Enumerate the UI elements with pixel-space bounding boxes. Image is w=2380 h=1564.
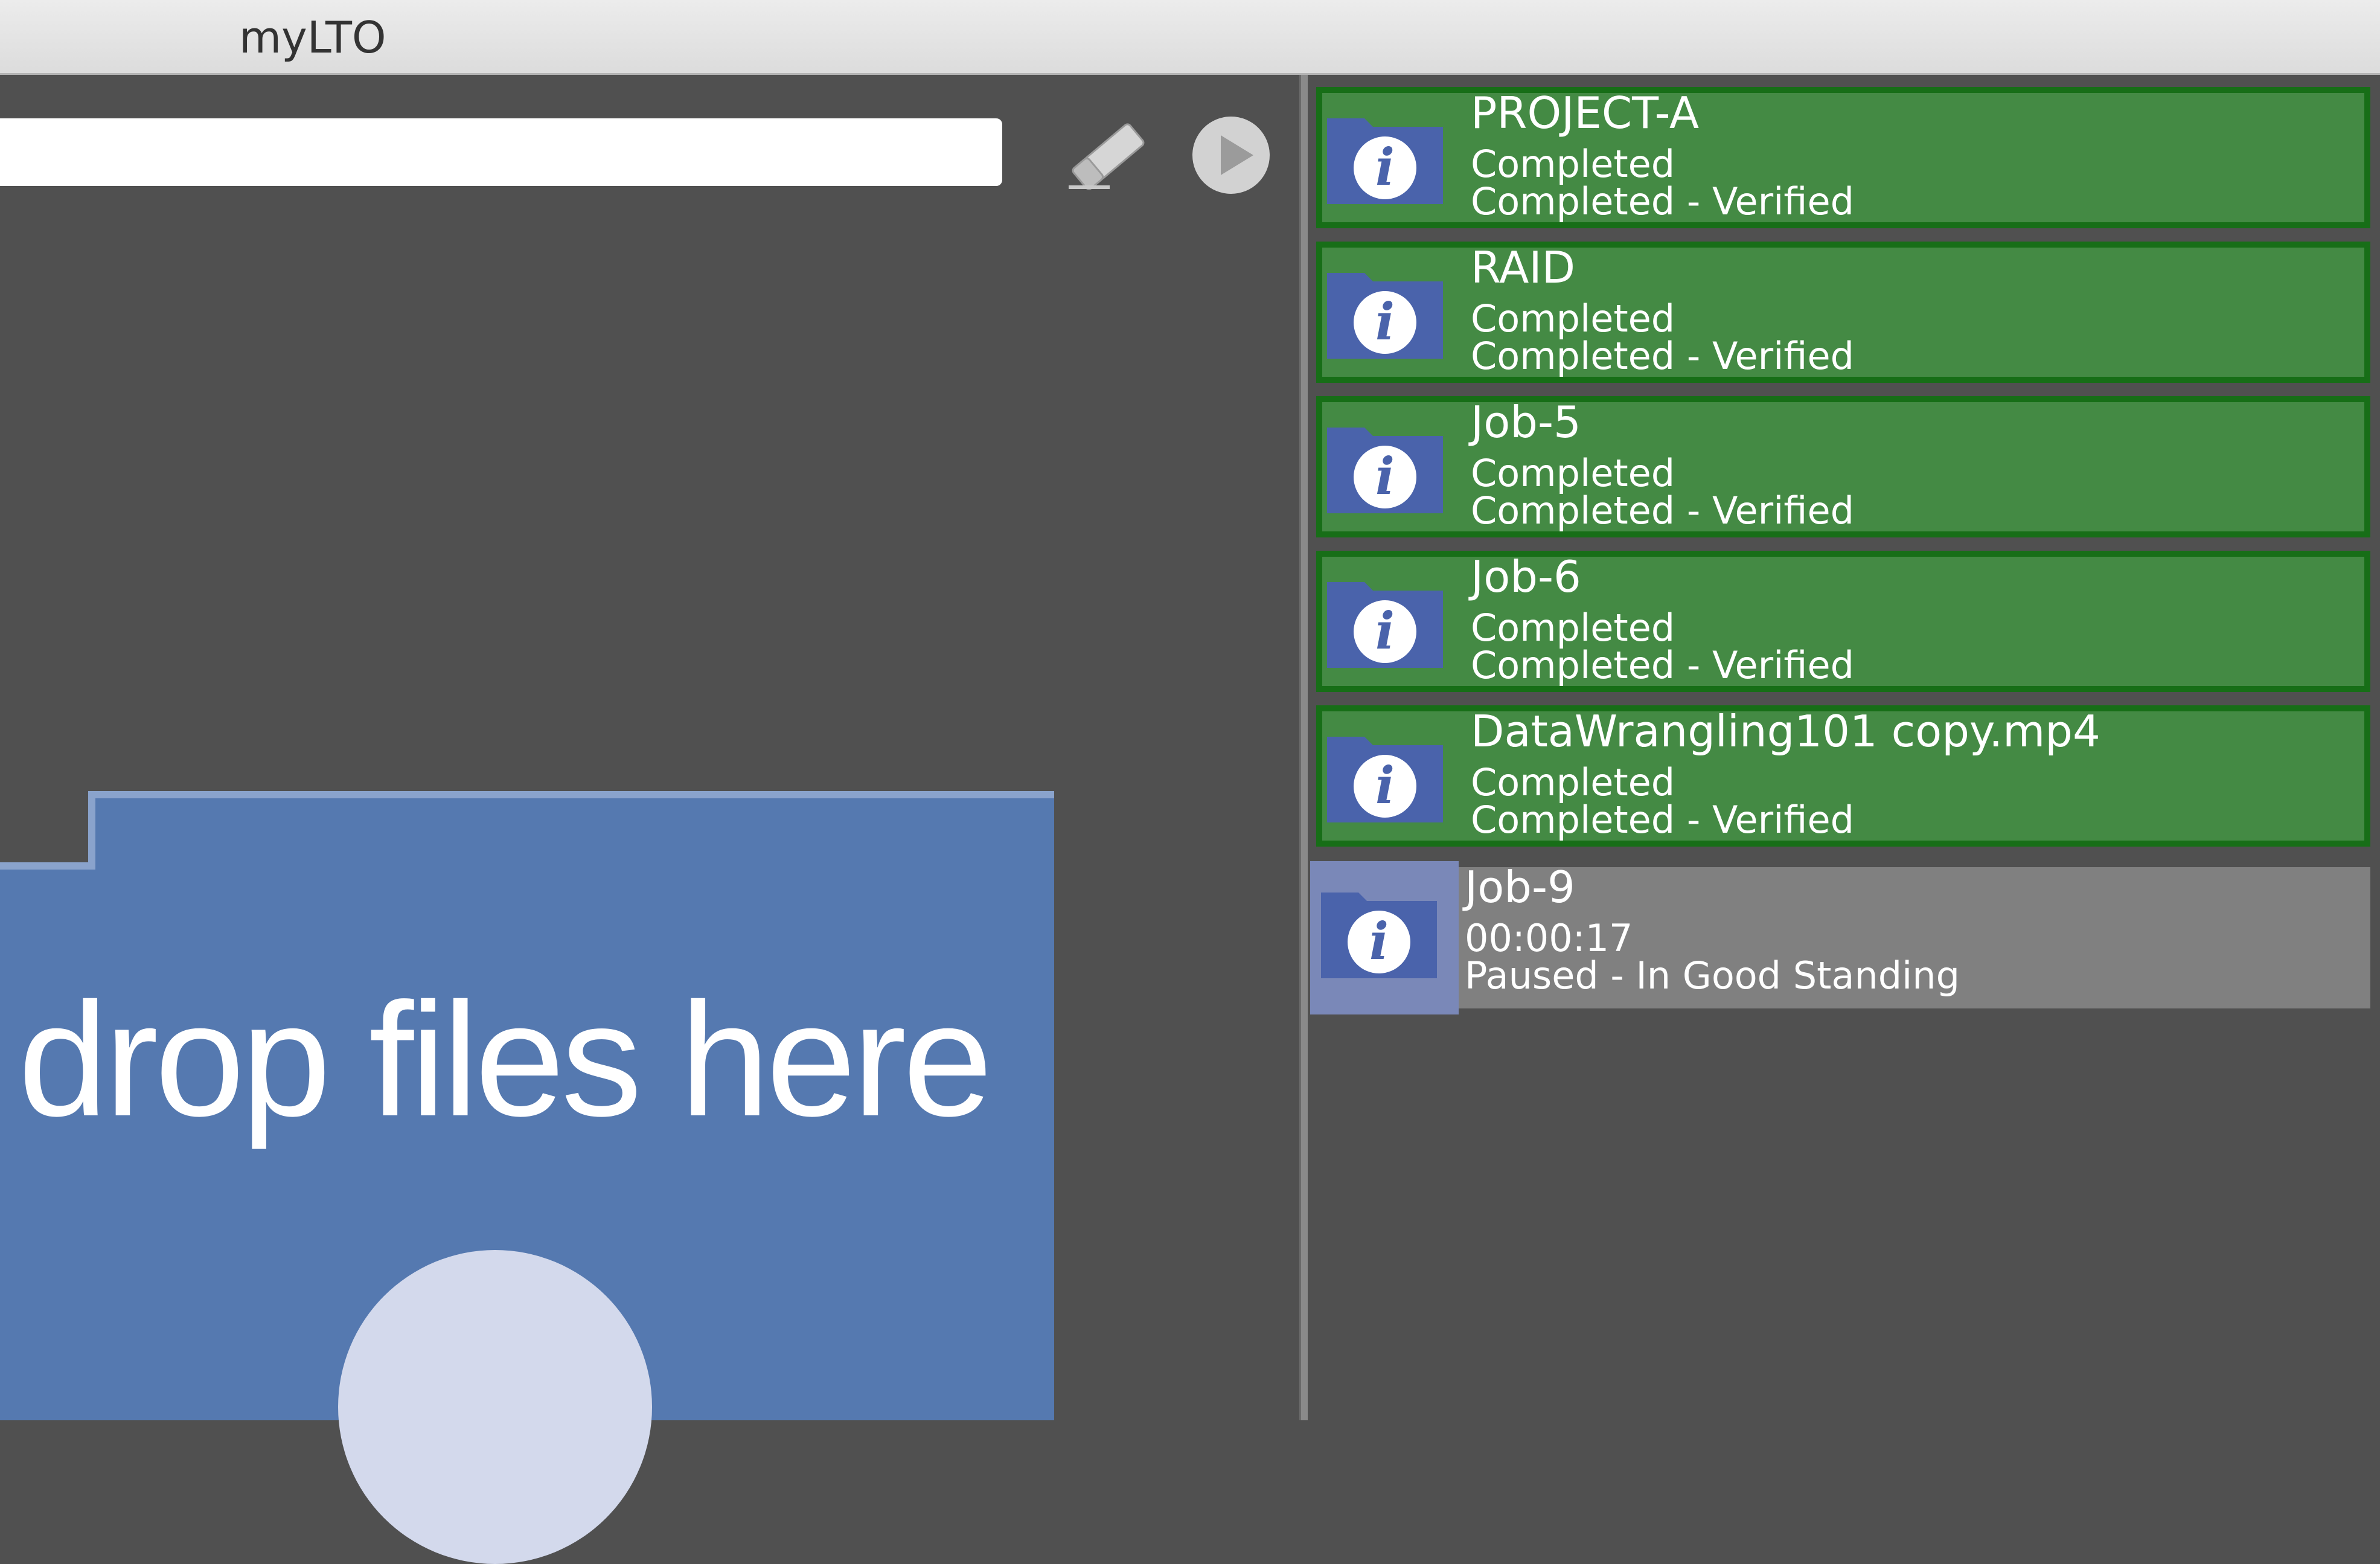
job-status: Completed: [1471, 451, 1675, 495]
svg-text:i: i: [1375, 446, 1395, 506]
job-name: PROJECT-A: [1471, 88, 1700, 138]
path-input[interactable]: [0, 118, 1002, 186]
job-status: Completed: [1471, 296, 1675, 341]
job-item[interactable]: i Job-6 Completed Completed - Verified: [1316, 551, 2370, 692]
info-folder-icon: i: [1321, 893, 1437, 978]
job-status: Completed: [1471, 142, 1675, 186]
job-list: i PROJECT-A Completed Completed - Verifi…: [1308, 75, 2380, 1420]
info-folder-icon: i: [1327, 737, 1443, 822]
job-detail: Completed - Verified: [1471, 334, 1854, 378]
job-status: Completed: [1471, 760, 1675, 804]
job-status: Completed: [1471, 606, 1675, 650]
info-folder-icon: i: [1327, 118, 1443, 204]
job-detail: Paused - In Good Standing: [1465, 953, 1960, 998]
job-name: DataWrangling101 copy.mp4: [1471, 706, 2100, 757]
job-elapsed-time: 00:00:17: [1465, 916, 1633, 960]
job-name: Job-9: [1465, 862, 1575, 912]
job-item[interactable]: i RAID Completed Completed - Verified: [1316, 242, 2370, 383]
job-detail: Completed - Verified: [1471, 798, 1854, 842]
job-name: Job-6: [1471, 551, 1581, 602]
pane-splitter[interactable]: [1299, 75, 1308, 1420]
svg-text:i: i: [1375, 601, 1395, 661]
svg-text:i: i: [1369, 911, 1389, 971]
svg-text:i: i: [1375, 755, 1395, 815]
job-item[interactable]: i PROJECT-A Completed Completed - Verifi…: [1316, 87, 2370, 228]
start-button[interactable]: [1191, 115, 1272, 196]
play-icon: [1192, 117, 1270, 194]
svg-text:i: i: [1375, 137, 1395, 197]
job-name: RAID: [1471, 242, 1576, 293]
svg-text:i: i: [1375, 292, 1395, 351]
info-folder-icon: i: [1327, 428, 1443, 513]
app-window: myLTO drop files here i PROJECT-A Comple…: [0, 0, 2380, 1564]
job-detail: Completed - Verified: [1471, 643, 1854, 687]
info-folder-icon: i: [1327, 273, 1443, 359]
job-detail: Completed - Verified: [1471, 489, 1854, 533]
clear-button[interactable]: [1063, 116, 1159, 194]
job-item[interactable]: i DataWrangling101 copy.mp4 Completed Co…: [1316, 705, 2370, 847]
title-bar[interactable]: myLTO: [0, 0, 2380, 75]
drop-target-circle: [338, 1250, 652, 1564]
job-item[interactable]: i Job-5 Completed Completed - Verified: [1316, 396, 2370, 537]
job-name: Job-5: [1471, 397, 1581, 447]
window-title: myLTO: [239, 12, 386, 63]
job-detail: Completed - Verified: [1471, 179, 1854, 223]
eraser-icon: [1069, 123, 1145, 190]
info-folder-icon: i: [1327, 582, 1443, 668]
job-item-active[interactable]: i Job-9 00:00:17 Paused - In Good Standi…: [1310, 861, 2370, 1014]
